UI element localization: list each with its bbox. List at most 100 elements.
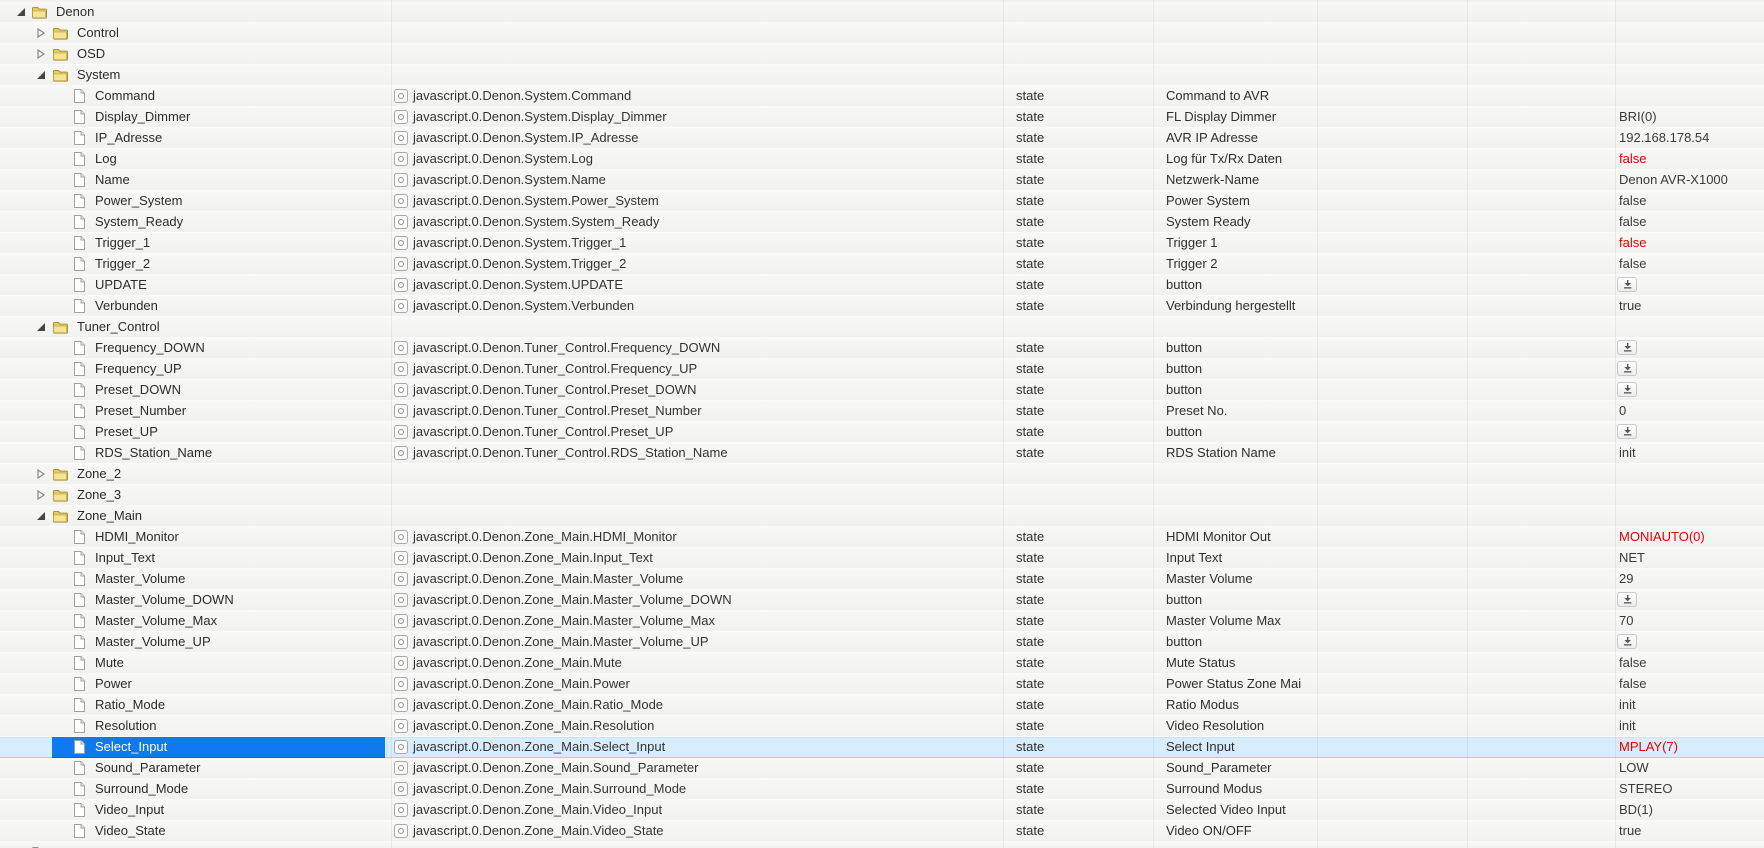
object-value: BD(1) — [1619, 802, 1653, 817]
expander-icon[interactable] — [36, 28, 46, 38]
tree-row[interactable]: Master_Volume_Max javascript.0.Denon.Zon… — [0, 611, 1764, 632]
tree-row[interactable]: Trigger_1 javascript.0.Denon.System.Trig… — [0, 233, 1764, 254]
tree-row[interactable]: Select_Input javascript.0.Denon.Zone_Mai… — [0, 737, 1764, 758]
tree-row[interactable]: System — [0, 65, 1764, 86]
tree-row[interactable]: RDS_Station_Name javascript.0.Denon.Tune… — [0, 443, 1764, 464]
tree-row[interactable]: Frequency_DOWN javascript.0.Denon.Tuner_… — [0, 338, 1764, 359]
object-name-label: RDS_Station_Name — [95, 445, 213, 460]
object-id: javascript.0.Denon.Tuner_Control.Frequen… — [413, 361, 698, 376]
object-value: 192.168.178.54 — [1619, 130, 1710, 145]
expander-icon[interactable] — [36, 469, 46, 479]
tree-row[interactable]: Zone_Main — [0, 506, 1764, 527]
state-file-icon — [74, 740, 85, 754]
tree-row[interactable]: OSD — [0, 44, 1764, 65]
tree-row[interactable]: Denon — [0, 2, 1764, 23]
tree-row[interactable]: Input_Text javascript.0.Denon.Zone_Main.… — [0, 548, 1764, 569]
tree-row[interactable]: Ratio_Mode javascript.0.Denon.Zone_Main.… — [0, 695, 1764, 716]
tree-row[interactable]: Frequency_UP javascript.0.Denon.Tuner_Co… — [0, 359, 1764, 380]
object-type: state — [1016, 256, 1045, 271]
object-value-cell: MPLAY(7) — [1619, 737, 1678, 757]
object-type: state — [1016, 109, 1045, 124]
press-button[interactable] — [1617, 424, 1637, 439]
tree-row-partial[interactable] — [0, 842, 1764, 848]
expander-icon[interactable] — [36, 322, 46, 332]
press-button[interactable] — [1617, 382, 1637, 397]
tree-row[interactable]: Master_Volume javascript.0.Denon.Zone_Ma… — [0, 569, 1764, 590]
press-button[interactable] — [1617, 592, 1637, 607]
object-description: button — [1166, 277, 1203, 292]
tree-row[interactable]: Video_State javascript.0.Denon.Zone_Main… — [0, 821, 1764, 842]
triangle-closed-icon — [37, 49, 46, 59]
object-name-label: Preset_UP — [95, 424, 158, 439]
object-name-label: Trigger_1 — [95, 235, 151, 250]
object-value-cell: BD(1) — [1619, 800, 1653, 820]
object-description: Input Text — [1166, 550, 1223, 565]
tree-row[interactable]: Mute javascript.0.Denon.Zone_Main.Mute s… — [0, 653, 1764, 674]
tree-row[interactable]: Master_Volume_DOWN javascript.0.Denon.Zo… — [0, 590, 1764, 611]
state-file-icon — [74, 677, 85, 691]
object-value: false — [1619, 655, 1647, 670]
expander-icon[interactable] — [16, 7, 26, 17]
object-name-label: Master_Volume_Max — [95, 613, 218, 628]
tree-row[interactable]: Zone_3 — [0, 485, 1764, 506]
triangle-open-icon — [37, 512, 45, 520]
tree-row[interactable]: Preset_DOWN javascript.0.Denon.Tuner_Con… — [0, 380, 1764, 401]
press-button[interactable] — [1617, 361, 1637, 376]
object-value: false — [1619, 256, 1647, 271]
expander-icon[interactable] — [36, 70, 46, 80]
press-button[interactable] — [1617, 340, 1637, 355]
object-description: Sound_Parameter — [1166, 760, 1272, 775]
tree-row[interactable]: Display_Dimmer javascript.0.Denon.System… — [0, 107, 1764, 128]
state-type-icon — [394, 152, 408, 166]
tree-row[interactable]: Surround_Mode javascript.0.Denon.Zone_Ma… — [0, 779, 1764, 800]
object-value: false — [1619, 676, 1647, 691]
tree-row[interactable]: UPDATE javascript.0.Denon.System.UPDATE … — [0, 275, 1764, 296]
press-button[interactable] — [1617, 634, 1637, 649]
tree-row[interactable]: Log javascript.0.Denon.System.Log state … — [0, 149, 1764, 170]
tree-row[interactable]: Tuner_Control — [0, 317, 1764, 338]
object-name-label: System — [77, 67, 121, 82]
state-file-icon — [74, 341, 85, 355]
state-type-icon — [394, 698, 408, 712]
object-name-label: Display_Dimmer — [95, 109, 191, 124]
expander-icon[interactable] — [36, 49, 46, 59]
tree-row[interactable]: Master_Volume_UP javascript.0.Denon.Zone… — [0, 632, 1764, 653]
tree-row[interactable]: Trigger_2 javascript.0.Denon.System.Trig… — [0, 254, 1764, 275]
tree-row[interactable]: Sound_Parameter javascript.0.Denon.Zone_… — [0, 758, 1764, 779]
object-type: state — [1016, 214, 1045, 229]
tree-row[interactable]: Resolution javascript.0.Denon.Zone_Main.… — [0, 716, 1764, 737]
folder-icon — [32, 7, 47, 19]
folder-icon — [53, 28, 68, 40]
folder-icon — [53, 322, 68, 334]
expander-icon[interactable] — [36, 490, 46, 500]
press-button[interactable] — [1617, 277, 1637, 292]
tree-row[interactable]: System_Ready javascript.0.Denon.System.S… — [0, 212, 1764, 233]
expander-icon[interactable] — [36, 511, 46, 521]
tree-row[interactable]: Preset_Number javascript.0.Denon.Tuner_C… — [0, 401, 1764, 422]
folder-icon — [53, 469, 68, 481]
tree-row[interactable]: Preset_UP javascript.0.Denon.Tuner_Contr… — [0, 422, 1764, 443]
object-name-label: Preset_Number — [95, 403, 187, 418]
object-description: button — [1166, 424, 1203, 439]
object-value: LOW — [1619, 760, 1649, 775]
object-value-cell: false — [1619, 674, 1646, 694]
tree-row[interactable]: Name javascript.0.Denon.System.Name stat… — [0, 170, 1764, 191]
object-description: Master Volume — [1166, 571, 1253, 586]
tree-row[interactable]: Power javascript.0.Denon.Zone_Main.Power… — [0, 674, 1764, 695]
tree-row[interactable]: Control — [0, 23, 1764, 44]
object-value-cell: true — [1619, 821, 1641, 841]
tree-row[interactable]: IP_Adresse javascript.0.Denon.System.IP_… — [0, 128, 1764, 149]
object-description: FL Display Dimmer — [1166, 109, 1277, 124]
tree-row[interactable]: HDMI_Monitor javascript.0.Denon.Zone_Mai… — [0, 527, 1764, 548]
object-name-label: Control — [77, 25, 119, 40]
tree-row[interactable]: Zone_2 — [0, 464, 1764, 485]
state-type-icon — [394, 89, 408, 103]
object-value: init — [1619, 718, 1636, 733]
tree-row[interactable]: Verbunden javascript.0.Denon.System.Verb… — [0, 296, 1764, 317]
object-id: javascript.0.Denon.Zone_Main.Master_Volu… — [413, 571, 684, 586]
tree-row[interactable]: Video_Input javascript.0.Denon.Zone_Main… — [0, 800, 1764, 821]
state-file-icon — [74, 761, 85, 775]
object-name-label: Resolution — [95, 718, 157, 733]
tree-row[interactable]: Power_System javascript.0.Denon.System.P… — [0, 191, 1764, 212]
tree-row[interactable]: Command javascript.0.Denon.System.Comman… — [0, 86, 1764, 107]
